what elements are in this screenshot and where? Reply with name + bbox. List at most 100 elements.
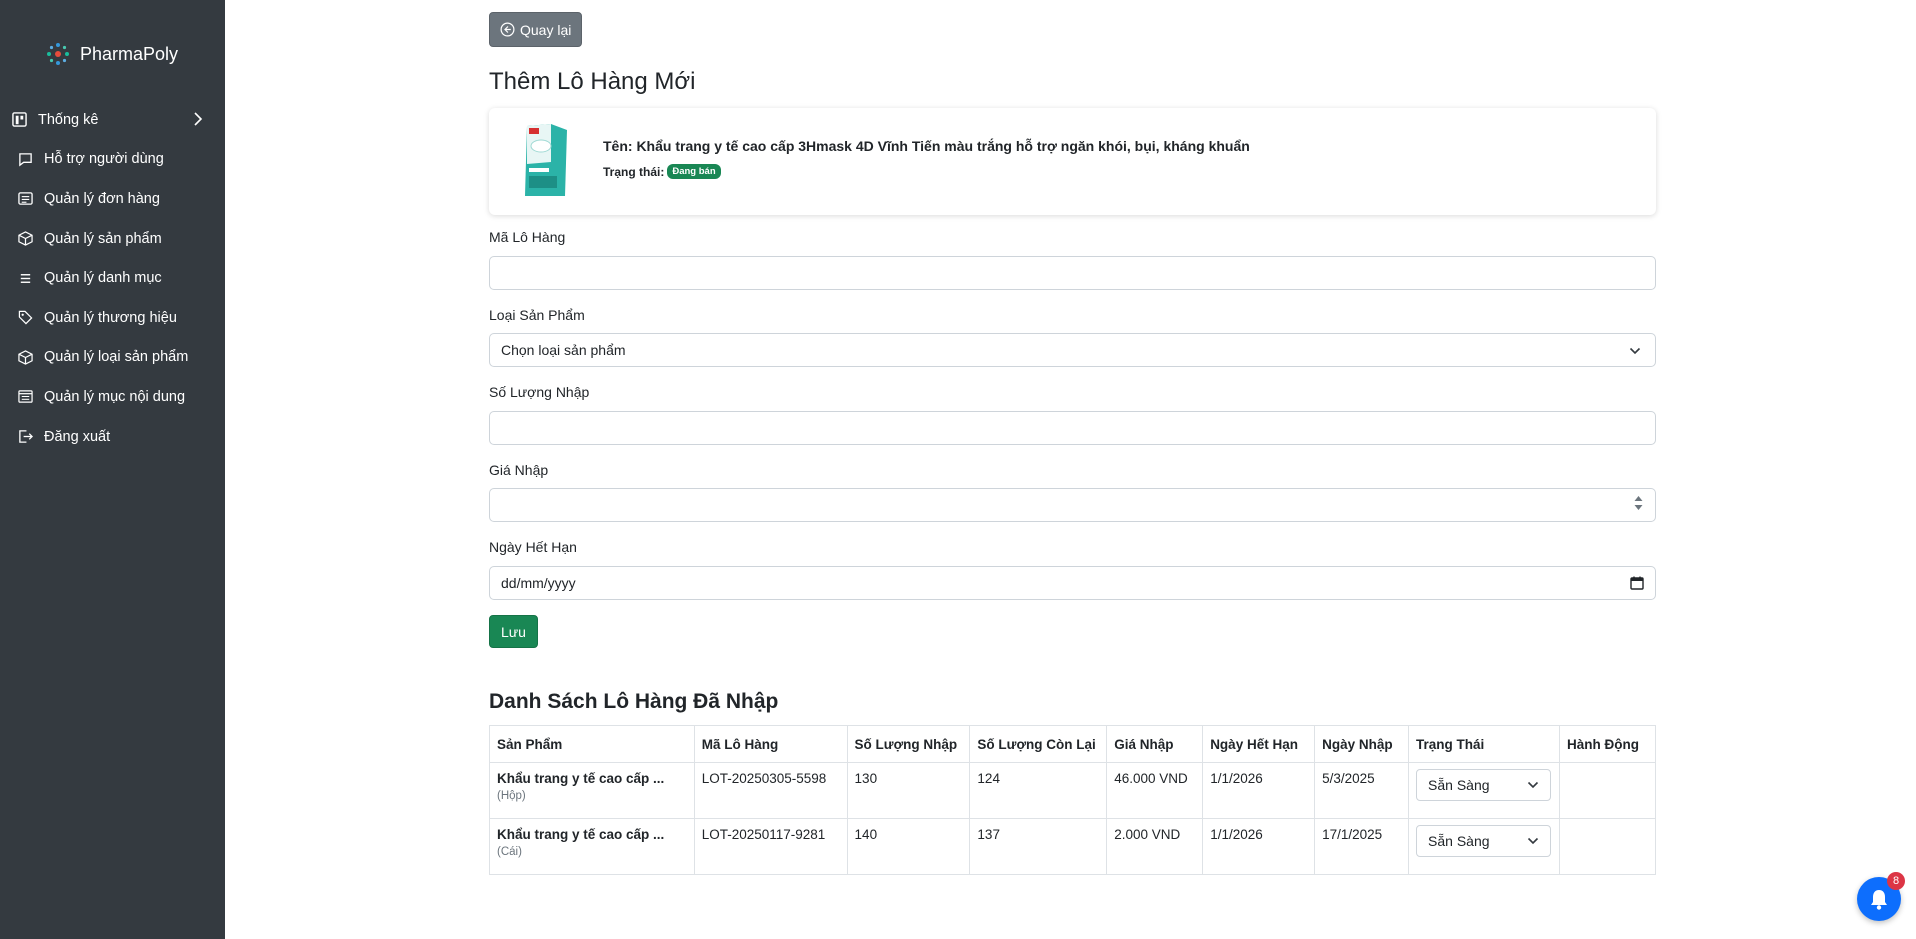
sidebar-item-label: Hỗ trợ người dùng — [44, 151, 164, 168]
lot-code-label: Mã Lô Hàng — [489, 229, 566, 245]
sidebar-item-label: Thống kê — [38, 111, 99, 128]
cell-import-date: 5/3/2025 — [1314, 762, 1410, 819]
cell-qty-in: 140 — [846, 818, 971, 875]
table-header-row: Sản Phẩm Mã Lô Hàng Số Lượng Nhập Số Lượ… — [489, 725, 1656, 763]
status-select[interactable]: Sẵn Sàng — [1416, 825, 1552, 857]
sidebar-item-thong-ke[interactable]: Thống kê — [0, 100, 225, 140]
notification-count-badge: 8 — [1887, 872, 1905, 890]
cell-actions — [1559, 762, 1656, 819]
sidebar-item-label: Quản lý loại sản phẩm — [44, 349, 189, 366]
product-type-selected: Chọn loại sản phẩm — [501, 342, 626, 358]
status-select[interactable]: Sẵn Sàng — [1416, 769, 1552, 801]
chevron-down-icon — [1527, 781, 1539, 789]
cell-price: 46.000 VND — [1106, 762, 1204, 819]
sidebar-item-loai-san-pham[interactable]: Quản lý loại sản phẩm — [0, 338, 225, 378]
row-product-unit: (Cái) — [497, 846, 522, 858]
price-input[interactable] — [489, 488, 1656, 522]
product-image — [507, 122, 583, 198]
box-icon — [16, 348, 34, 366]
lot-table: Sản Phẩm Mã Lô Hàng Số Lượng Nhập Số Lượ… — [489, 725, 1656, 875]
brand-logo-icon — [47, 43, 69, 65]
price-label: Giá Nhập — [489, 462, 549, 478]
chart-icon — [10, 111, 28, 129]
bell-icon — [1871, 890, 1887, 910]
cell-product: Khẩu trang y tế cao cấp ... (Hộp) — [489, 762, 695, 819]
table-row: Khẩu trang y tế cao cấp ... (Hộp) LOT-20… — [489, 762, 1656, 819]
lot-list-title: Danh Sách Lô Hàng Đã Nhập — [489, 690, 779, 713]
quantity-label: Số Lượng Nhập — [489, 384, 590, 400]
save-button[interactable]: Lưu — [489, 615, 538, 648]
sidebar-item-label: Quản lý mục nội dung — [44, 388, 186, 405]
product-card: Tên: Khẩu trang y tế cao cấp 3Hmask 4D V… — [489, 108, 1656, 215]
sidebar-item-label: Quản lý sản phẩm — [44, 230, 162, 247]
sidebar-item-label: Đăng xuất — [44, 428, 111, 445]
status-select-value: Sẵn Sàng — [1428, 777, 1490, 793]
notification-button[interactable]: 8 — [1857, 872, 1905, 921]
lot-code-input[interactable] — [489, 256, 1656, 290]
back-button[interactable]: Quay lại — [489, 12, 583, 47]
row-product-unit: (Hộp) — [497, 790, 526, 802]
table-row: Khẩu trang y tế cao cấp ... (Cái) LOT-20… — [489, 818, 1656, 875]
cell-import-date: 17/1/2025 — [1314, 818, 1410, 875]
column-header: Số Lượng Nhập — [846, 725, 971, 763]
list-icon — [16, 269, 34, 287]
quantity-input[interactable] — [489, 411, 1656, 445]
cell-actions — [1559, 818, 1656, 875]
row-product-name: Khẩu trang y tế cao cấp ... — [497, 771, 665, 786]
chevron-right-icon — [193, 111, 203, 131]
sidebar-item-label: Quản lý đơn hàng — [44, 190, 160, 207]
tag-icon — [16, 309, 34, 327]
chevron-down-icon — [1629, 347, 1641, 355]
content-icon — [16, 388, 34, 406]
back-button-label: Quay lại — [520, 21, 572, 38]
brand-name: PharmaPoly — [80, 43, 179, 64]
number-spinner-icon[interactable] — [1634, 495, 1643, 511]
chat-icon — [16, 150, 34, 168]
cell-status: Sẵn Sàng — [1408, 818, 1561, 875]
column-header: Sản Phẩm — [489, 725, 695, 763]
column-header: Giá Nhập — [1106, 725, 1204, 763]
sidebar-item-dang-xuat[interactable]: Đăng xuất — [0, 417, 225, 457]
sidebar-item-san-pham[interactable]: Quản lý sản phẩm — [0, 219, 225, 259]
sidebar-item-danh-muc[interactable]: Quản lý danh mục — [0, 258, 225, 298]
calendar-icon[interactable] — [1629, 575, 1645, 591]
expiry-date-input[interactable]: dd/mm/yyyy — [489, 566, 1656, 600]
expiry-placeholder: dd/mm/yyyy — [501, 575, 576, 591]
status-badge: Đang bán — [667, 164, 721, 179]
cell-expiry: 1/1/2026 — [1202, 818, 1316, 875]
column-header: Ngày Hết Hạn — [1202, 725, 1316, 763]
expiry-label: Ngày Hết Hạn — [489, 539, 577, 555]
cell-status: Sẵn Sàng — [1408, 762, 1561, 819]
chevron-down-icon — [1527, 837, 1539, 845]
cell-qty-left: 124 — [969, 762, 1108, 819]
sidebar-item-label: Quản lý thương hiệu — [44, 309, 177, 326]
sidebar: PharmaPoly Thống kê Hỗ trợ người dùng Qu… — [0, 0, 225, 939]
product-status: Trạng thái: Đang bán — [603, 164, 721, 179]
orders-icon — [16, 190, 34, 208]
sidebar-item-noi-dung[interactable]: Quản lý mục nội dung — [0, 377, 225, 417]
product-name: Tên: Khẩu trang y tế cao cấp 3Hmask 4D V… — [603, 138, 1250, 154]
logout-icon — [16, 428, 34, 446]
brand[interactable]: PharmaPoly — [44, 40, 178, 68]
row-product-name: Khẩu trang y tế cao cấp ... — [497, 827, 665, 842]
sidebar-item-ho-tro[interactable]: Hỗ trợ người dùng — [0, 140, 225, 180]
cell-expiry: 1/1/2026 — [1202, 762, 1316, 819]
product-type-label: Loại Sản Phẩm — [489, 307, 585, 323]
cell-qty-left: 137 — [969, 818, 1108, 875]
cell-lot-code: LOT-20250117-9281 — [693, 818, 848, 875]
column-header: Mã Lô Hàng — [693, 725, 848, 763]
sidebar-item-thuong-hieu[interactable]: Quản lý thương hiệu — [0, 298, 225, 338]
sidebar-nav: Thống kê Hỗ trợ người dùng Quản lý đơn h… — [0, 100, 225, 456]
product-status-label: Trạng thái: — [603, 164, 665, 179]
box-icon — [16, 230, 34, 248]
column-header: Hành Động — [1559, 725, 1656, 763]
column-header: Số Lượng Còn Lại — [969, 725, 1108, 763]
product-type-select[interactable]: Chọn loại sản phẩm — [489, 333, 1656, 367]
column-header: Ngày Nhập — [1314, 725, 1410, 763]
cell-qty-in: 130 — [846, 762, 971, 819]
column-header: Trạng Thái — [1408, 725, 1561, 763]
status-select-value: Sẵn Sàng — [1428, 833, 1490, 849]
cell-product: Khẩu trang y tế cao cấp ... (Cái) — [489, 818, 695, 875]
cell-price: 2.000 VND — [1106, 818, 1204, 875]
sidebar-item-don-hang[interactable]: Quản lý đơn hàng — [0, 179, 225, 219]
